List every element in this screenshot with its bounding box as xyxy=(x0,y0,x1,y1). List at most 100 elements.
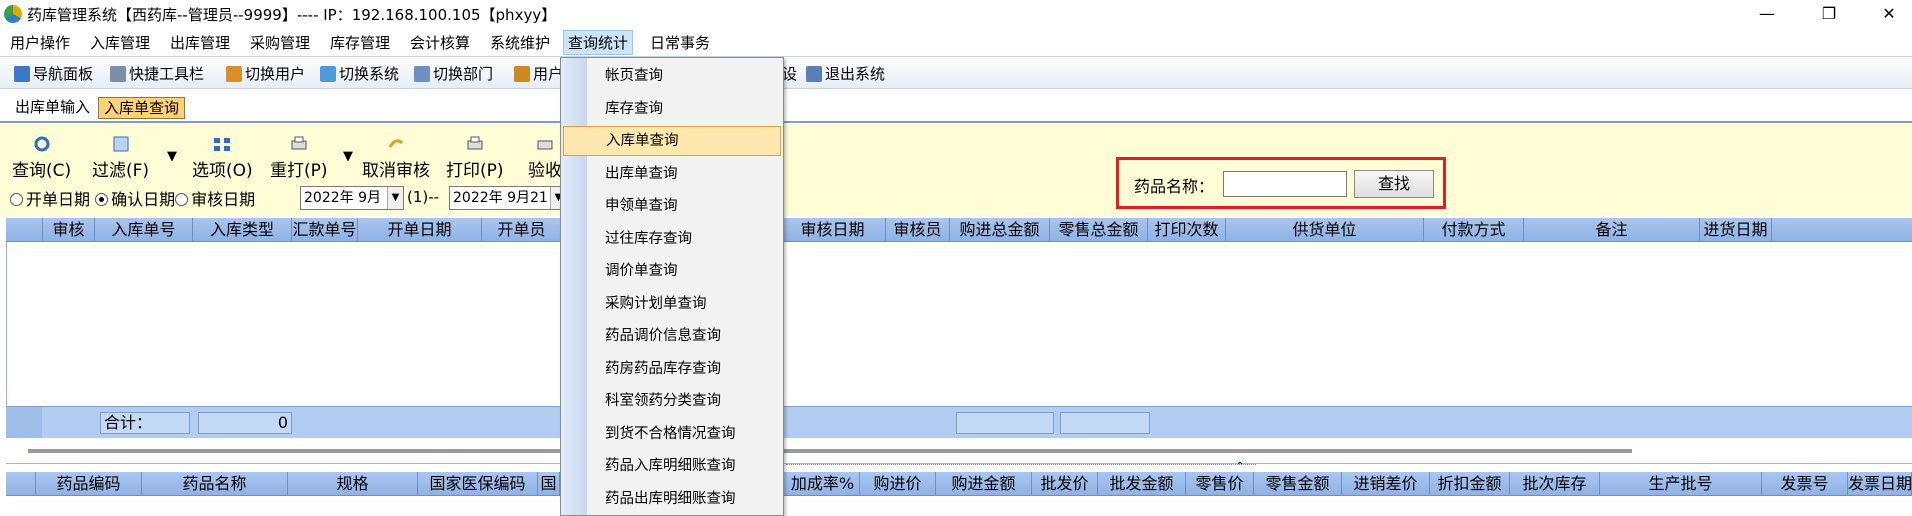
minimize-button[interactable]: — xyxy=(1744,0,1790,29)
col-retail-amount[interactable]: 零售金额 xyxy=(1254,472,1342,496)
chevron-down-icon[interactable]: ▼ xyxy=(387,187,403,209)
col-print-count[interactable]: 打印次数 xyxy=(1148,218,1226,242)
col-remit-no[interactable]: 汇款单号 xyxy=(292,218,358,242)
col-retail-total[interactable]: 零售总金额 xyxy=(1050,218,1148,242)
user-button[interactable]: 用户 xyxy=(514,63,563,85)
menu-daily[interactable]: 日常事务 xyxy=(646,31,714,55)
col-opener[interactable]: 开单员 xyxy=(482,218,562,242)
menu-item-purchase-plan-query[interactable]: 采购计划单查询 xyxy=(563,289,781,319)
date-range-separator: (1)-- xyxy=(407,188,440,206)
col-spec[interactable]: 规格 xyxy=(288,472,418,496)
col-inbound-no[interactable]: 入库单号 xyxy=(95,218,193,242)
menu-item-drug-price-info-query[interactable]: 药品调价信息查询 xyxy=(563,321,781,351)
quick-toolbar-icon xyxy=(110,66,126,82)
col-discount-amount[interactable]: 折扣金额 xyxy=(1430,472,1510,496)
title-bar: 药库管理系统【西药库--管理员--9999】---- IP：192.168.10… xyxy=(0,0,1912,29)
col-purchase-price[interactable]: 购进价 xyxy=(860,472,936,496)
tab-outbound-input[interactable]: 出库单输入 xyxy=(10,97,95,119)
menu-item-unqualified-arrival-query[interactable]: 到货不合格情况查询 xyxy=(563,419,781,449)
start-date-picker[interactable]: 2022年 9月 ▼ xyxy=(300,186,404,210)
exit-system-button[interactable]: 退出系统 xyxy=(806,63,885,85)
sum-purchase-total xyxy=(956,412,1054,434)
quick-toolbar-button[interactable]: 快捷工具栏 xyxy=(110,63,204,85)
menu-item-pharmacy-stock-query[interactable]: 药房药品库存查询 xyxy=(563,354,781,384)
col-batch-no[interactable]: 生产批号 xyxy=(1600,472,1762,496)
menu-item-past-stock-query[interactable]: 过往库存查询 xyxy=(563,224,781,254)
switch-user-icon xyxy=(226,66,242,82)
menu-user-ops[interactable]: 用户操作 xyxy=(6,31,74,55)
scrollbar-thumb[interactable] xyxy=(28,449,1632,453)
col-wholesale-amount[interactable]: 批发金额 xyxy=(1098,472,1186,496)
pane-splitter[interactable]: ⌃ xyxy=(6,461,1912,472)
print-button[interactable]: 打印(P) xyxy=(446,135,504,187)
col-wholesale-price[interactable]: 批发价 xyxy=(1032,472,1098,496)
filter-button[interactable]: 过滤(F) xyxy=(92,135,149,187)
menu-purchase[interactable]: 采购管理 xyxy=(246,31,314,55)
switch-system-button[interactable]: 切换系统 xyxy=(320,63,399,85)
tab-inbound-query[interactable]: 入库单查询 xyxy=(98,97,186,119)
menu-item-inbound-detail-ledger[interactable]: 药品入库明细账查询 xyxy=(563,451,781,481)
col-remark[interactable]: 备注 xyxy=(1524,218,1700,242)
col-markup-rate[interactable]: 加成率% xyxy=(786,472,860,496)
settings-button[interactable]: 设 xyxy=(782,63,797,85)
col-drug-code[interactable]: 药品编码 xyxy=(36,472,142,496)
col-purchase-amount[interactable]: 购进金额 xyxy=(936,472,1032,496)
menu-item-outbound-detail-ledger[interactable]: 药品出库明细账查询 xyxy=(563,484,781,514)
restore-button[interactable]: ❐ xyxy=(1806,0,1852,29)
col-supplier[interactable]: 供货单位 xyxy=(1226,218,1424,242)
menu-item-stock-query[interactable]: 库存查询 xyxy=(563,94,781,124)
filter-dropdown-arrow[interactable]: ▼ xyxy=(167,149,177,164)
inbound-grid-body[interactable] xyxy=(6,242,1912,406)
detail-grid-body[interactable] xyxy=(6,496,1912,516)
col-purchase-total[interactable]: 购进总金额 xyxy=(950,218,1050,242)
chevron-up-icon[interactable]: ⌃ xyxy=(1236,461,1244,472)
col-audit[interactable]: 审核 xyxy=(43,218,95,242)
verify-button[interactable]: 验收 xyxy=(528,135,562,187)
col-batch-stock[interactable]: 批次库存 xyxy=(1510,472,1600,496)
menu-item-price-adjust-query[interactable]: 调价单查询 xyxy=(563,256,781,286)
horizontal-scrollbar[interactable] xyxy=(6,438,1912,464)
col-nhsa-code[interactable]: 国家医保编码 xyxy=(418,472,538,496)
menu-outbound[interactable]: 出库管理 xyxy=(166,31,234,55)
menu-system[interactable]: 系统维护 xyxy=(486,31,554,55)
radio-open-date[interactable]: 开单日期 xyxy=(10,190,90,209)
find-button[interactable]: 查找 xyxy=(1354,170,1434,198)
options-button[interactable]: 选项(O) xyxy=(192,135,253,187)
print-icon xyxy=(467,136,483,150)
col-audit-date[interactable]: 审核日期 xyxy=(780,218,886,242)
menu-item-ledger-query[interactable]: 帐页查询 xyxy=(563,61,781,91)
col-invoice-no[interactable]: 发票号 xyxy=(1762,472,1848,496)
col-purchase-date[interactable]: 进货日期 xyxy=(1700,218,1772,242)
col-drug-name[interactable]: 药品名称 xyxy=(142,472,288,496)
printer-icon xyxy=(291,136,307,150)
menu-accounting[interactable]: 会计核算 xyxy=(406,31,474,55)
col-inbound-type[interactable]: 入库类型 xyxy=(193,218,292,242)
menu-item-inbound-query[interactable]: 入库单查询 xyxy=(563,126,781,156)
menu-item-requisition-query[interactable]: 申领单查询 xyxy=(563,191,781,221)
menu-inventory[interactable]: 库存管理 xyxy=(326,31,394,55)
radio-confirm-date[interactable]: 确认日期 xyxy=(95,190,175,209)
col-invoice-date[interactable]: 发票日期 xyxy=(1848,472,1912,496)
switch-dept-button[interactable]: 切换部门 xyxy=(414,63,493,85)
close-button[interactable]: ✕ xyxy=(1866,0,1912,29)
col-partial[interactable]: 国 xyxy=(538,472,560,496)
drug-name-input[interactable] xyxy=(1223,171,1347,197)
menu-inbound[interactable]: 入库管理 xyxy=(86,31,154,55)
refresh-icon xyxy=(34,136,50,152)
menu-item-dept-drug-class-query[interactable]: 科室领药分类查询 xyxy=(563,386,781,416)
col-open-date[interactable]: 开单日期 xyxy=(358,218,482,242)
end-date-picker[interactable]: 2022年 9月21日 ▼ xyxy=(449,186,567,210)
col-payment[interactable]: 付款方式 xyxy=(1424,218,1524,242)
reprint-button[interactable]: 重打(P) xyxy=(270,135,328,187)
reprint-dropdown-arrow[interactable]: ▼ xyxy=(343,149,353,164)
menu-query-stats[interactable]: 查询统计 xyxy=(563,30,634,55)
col-price-diff[interactable]: 进销差价 xyxy=(1342,472,1430,496)
menu-item-outbound-query[interactable]: 出库单查询 xyxy=(563,159,781,189)
radio-audit-date[interactable]: 审核日期 xyxy=(175,190,255,209)
col-retail-price[interactable]: 零售价 xyxy=(1186,472,1254,496)
nav-panel-button[interactable]: 导航面板 xyxy=(14,63,93,85)
switch-user-button[interactable]: 切换用户 xyxy=(226,63,305,85)
col-auditor[interactable]: 审核员 xyxy=(886,218,950,242)
query-button[interactable]: 查询(C) xyxy=(12,135,71,187)
cancel-audit-button[interactable]: 取消审核 xyxy=(362,135,430,187)
